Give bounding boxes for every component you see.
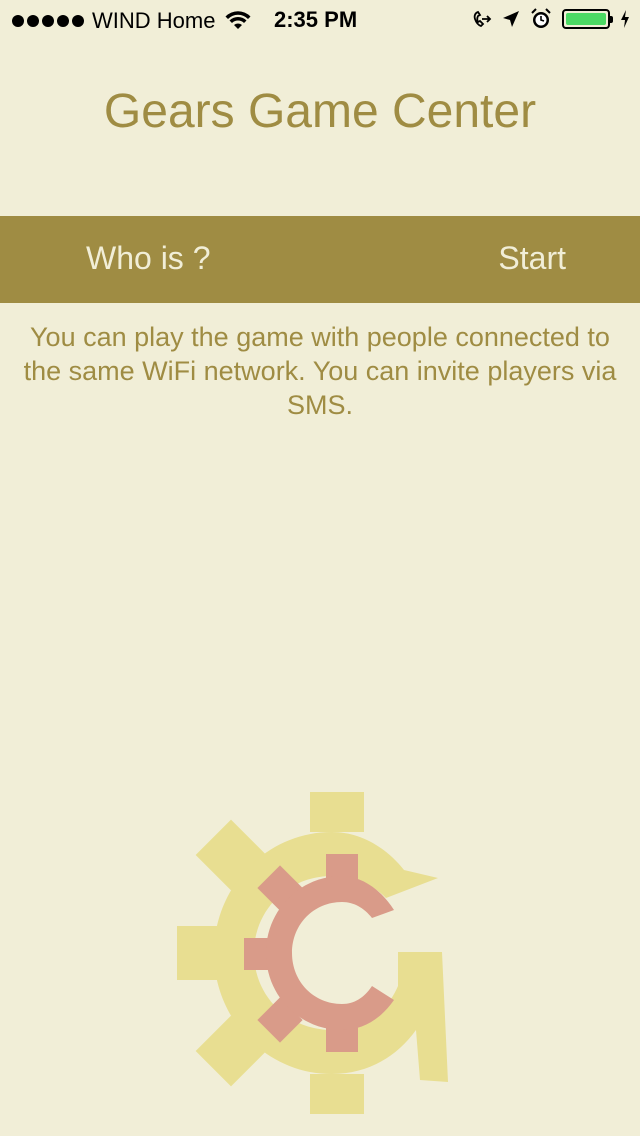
alarm-icon <box>531 8 551 28</box>
gears-logo-icon <box>177 792 448 1114</box>
status-right <box>472 8 630 30</box>
call-forwarding-icon <box>473 10 492 28</box>
location-icon <box>503 11 519 27</box>
wifi-icon <box>225 11 251 29</box>
signal-icon <box>12 15 84 27</box>
status-bar: WIND Home 2:35 PM <box>0 0 640 40</box>
start-button[interactable]: Start <box>498 240 566 277</box>
status-left: WIND Home <box>12 8 251 34</box>
page-title: Gears Game Center <box>103 85 537 138</box>
action-bar: Who is ? Start <box>0 216 640 303</box>
charging-icon <box>621 10 629 28</box>
info-text: You can play the game with people connec… <box>23 322 617 420</box>
battery-icon <box>562 9 613 29</box>
who-is-button[interactable]: Who is ? <box>86 240 210 277</box>
status-time: 2:35 PM <box>274 7 358 32</box>
carrier-label: WIND Home <box>92 8 216 33</box>
